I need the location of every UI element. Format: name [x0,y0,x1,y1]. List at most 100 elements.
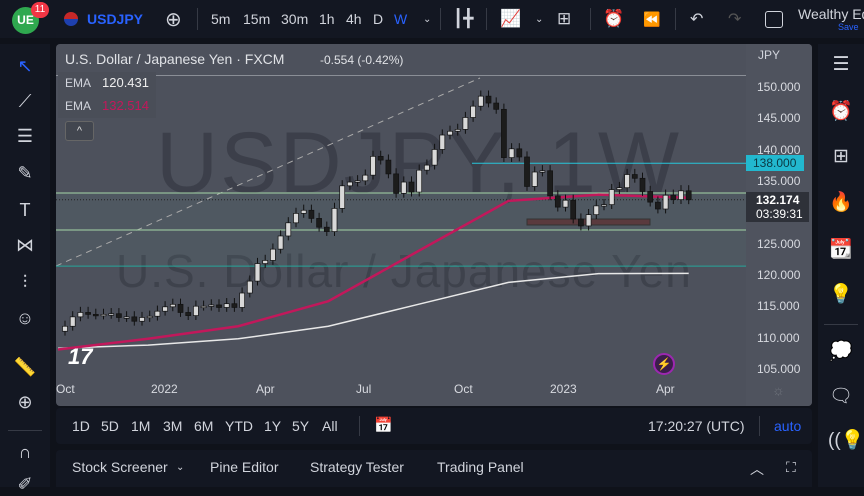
lock-drawings-icon[interactable]: ✐ [13,472,37,496]
notification-badge: 11 [31,2,49,18]
indicators-icon[interactable]: 📈 [500,0,521,38]
alert-icon[interactable]: ⏰ [603,0,624,38]
auto-scale-toggle[interactable]: auto [774,418,801,434]
price-tick: 115.000 [757,299,800,314]
candle [108,313,115,316]
candle [100,313,107,317]
collapse-legend-button[interactable]: ^ [65,121,94,141]
settings-gear-icon[interactable]: ☼ [772,382,785,398]
hotlist-fire-icon[interactable]: 🔥 [828,190,854,216]
prediction-icon[interactable]: ⫶ [13,270,37,294]
pattern-icon[interactable]: ⋈ [13,233,37,257]
cursor-icon[interactable]: ↖ [13,54,37,78]
add-symbol-icon[interactable]: ⊕ [165,0,182,38]
templates-icon[interactable]: ⊞ [557,0,571,38]
ema-label[interactable]: EMA [65,99,91,113]
goto-date-icon[interactable]: 📅 [374,416,393,434]
calendar-icon[interactable]: 📆 [828,237,854,263]
range-3M[interactable]: 3M [163,418,182,434]
candle-type-icon[interactable]: ┃╋ [453,0,473,38]
emoji-icon[interactable]: ☺ [13,306,37,330]
add-list-icon[interactable]: ⊞ [828,144,854,170]
replay-icon[interactable]: ⏪ [643,0,660,38]
chevron-up-icon[interactable]: ︿ [750,459,764,479]
candle [193,305,199,316]
tab-strategy-tester[interactable]: Strategy Tester [310,459,404,475]
candle [123,316,130,319]
candle [454,129,461,132]
tab-pine-editor[interactable]: Pine Editor [210,459,278,475]
interval-4h[interactable]: 4h [346,0,362,38]
ema-label[interactable]: EMA [65,76,91,90]
range-bar: 1D 5D 1M 3M 6M YTD 1Y 5Y All 📅 17:20:27 (UTC) au… [56,408,812,444]
alarm-clock-icon[interactable]: ⏰ [828,99,854,125]
interval-5m[interactable]: 5m [211,0,230,38]
bar-countdown: 03:39:31 [756,207,803,221]
magnet-icon[interactable]: ∩ [13,440,37,464]
symbol-search[interactable]: USDJPY [87,0,143,38]
layout-icon[interactable] [765,11,783,28]
clock[interactable]: 17:20:27 (UTC) [648,418,744,434]
candle [231,303,238,308]
interval-W[interactable]: W [394,0,407,38]
candle [146,315,153,319]
range-1M[interactable]: 1M [131,418,150,434]
save-button[interactable]: Save [838,22,859,32]
chat-cloud-icon[interactable]: 💭 [828,339,854,365]
chevron-down-icon[interactable]: ⌄ [535,0,543,38]
chart-pane[interactable]: USDJPY, 1W U.S. Dollar / Japanese Yen U.… [56,44,812,406]
trend-line-icon[interactable]: ⟋ [13,89,37,113]
layout-name[interactable]: Wealthy Ed [798,6,864,22]
candle [262,260,269,264]
watchlist-icon[interactable]: ☰ [828,52,854,78]
candle [323,226,330,232]
candle [277,235,284,250]
messages-icon[interactable]: 🗨 [828,384,854,410]
interval-dropdown-icon[interactable]: ⌄ [423,0,431,38]
currency-dropdown[interactable]: JPY [758,48,780,62]
range-1D[interactable]: 1D [72,418,90,434]
range-6M[interactable]: 6M [194,418,213,434]
range-5Y[interactable]: 5Y [292,418,309,434]
chevron-down-icon[interactable]: ⌄ [176,462,184,473]
streams-icon[interactable]: ((💡)) [828,428,864,454]
zoom-in-icon[interactable]: ⊕ [13,390,37,414]
range-5D[interactable]: 5D [101,418,119,434]
candle [385,159,392,175]
candle [685,190,692,201]
candle [239,292,245,308]
brush-icon[interactable]: ✎ [13,161,37,185]
tab-trading-panel[interactable]: Trading Panel [437,459,524,475]
candle [347,181,353,187]
us-flag-icon [64,12,78,26]
interval-30m[interactable]: 30m [281,0,308,38]
interval-D[interactable]: D [373,0,383,38]
redo-icon[interactable]: ↷ [728,0,741,38]
range-1Y[interactable]: 1Y [264,418,281,434]
candle [300,209,307,214]
range-YTD[interactable]: YTD [225,418,253,434]
fib-icon[interactable]: ☰ [13,124,37,148]
candle [393,173,399,194]
interval-1h[interactable]: 1h [319,0,335,38]
time-tick: Oct [454,382,473,396]
candle [92,313,99,317]
range-All[interactable]: All [322,418,338,434]
ruler-icon[interactable]: 📏 [13,355,37,379]
interval-15m[interactable]: 15m [243,0,270,38]
maximize-icon[interactable]: ⛶ [786,459,796,476]
candle [547,170,553,197]
undo-icon[interactable]: ↶ [690,0,703,38]
lightning-icon[interactable]: ⚡ [653,353,675,375]
price-axis[interactable]: JPY [746,44,812,406]
text-icon[interactable]: T [13,198,37,222]
candle [608,189,615,205]
ideas-lightbulb-icon[interactable]: 💡 [828,282,854,308]
candle [485,95,492,104]
tab-stock-screener[interactable]: Stock Screener [72,459,168,475]
top-toolbar: UE 11 USDJPY ⊕ 5m 15m 30m 1h 4h D W ⌄ ┃╋ 📈 ⌄ ⊞… [0,0,864,38]
candle [69,316,76,327]
price-plot[interactable] [56,44,746,406]
price-tick: 150.000 [757,80,801,94]
price-tick: 135.000 [757,174,801,189]
